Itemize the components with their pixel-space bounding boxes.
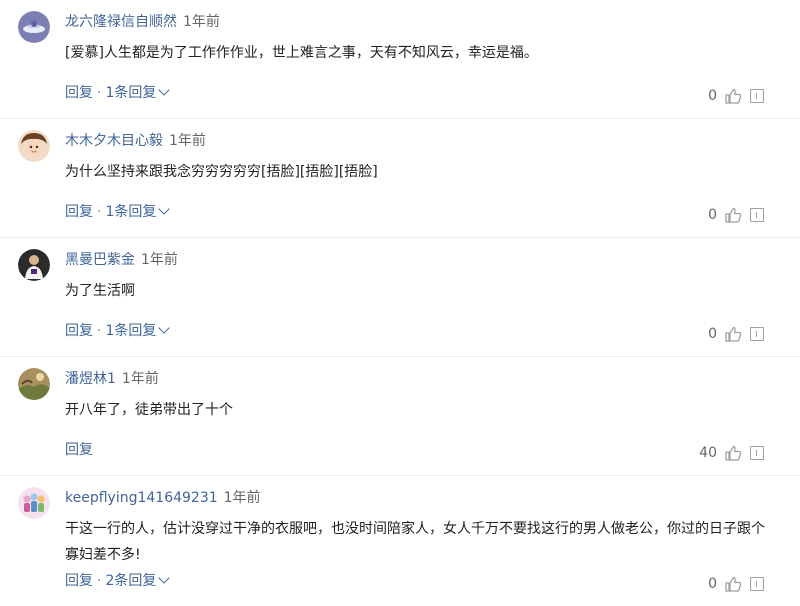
like-count: 0	[708, 88, 717, 104]
reply-button[interactable]: 回复	[65, 323, 93, 339]
comment-author[interactable]: 木木夕木目心毅	[65, 133, 163, 149]
comment-item: keepflying141649231 1年前 干这一行的人，估计没穿过干净的衣服…	[0, 475, 800, 606]
reply-button[interactable]: 回复	[65, 204, 93, 220]
thumbs-up-icon[interactable]	[725, 88, 742, 104]
comment-time: 1年前	[141, 252, 178, 268]
view-replies-button[interactable]: 1条回复	[105, 203, 171, 220]
replies-count-label: 1条回复	[105, 204, 157, 220]
separator-dot: ·	[97, 204, 102, 220]
like-count: 0	[708, 207, 717, 223]
separator-dot: ·	[97, 85, 102, 101]
comment-text: 为什么坚持来跟我念穷穷穷穷穷[捂脸][捂脸][捂脸]	[65, 164, 378, 180]
comment-time: 1年前	[223, 490, 261, 506]
report-icon[interactable]	[750, 446, 764, 460]
separator-dot: ·	[97, 573, 102, 589]
report-icon[interactable]	[750, 89, 764, 103]
reply-button[interactable]: 回复	[65, 85, 93, 101]
comment-item: 黑曼巴紫金 1年前 为了生活啊 回复 · 1条回复 0	[0, 237, 800, 356]
like-count: 0	[708, 326, 717, 342]
like-count: 40	[699, 445, 717, 461]
separator-dot: ·	[97, 323, 102, 339]
comment-item: 龙六隆禄信自顺然 1年前 [爱慕]人生都是为了工作作作业，世上难言之事，天有不知风…	[0, 0, 800, 118]
landscape-avatar-icon[interactable]	[18, 368, 50, 400]
comment-author[interactable]: 龙六隆禄信自顺然	[65, 14, 177, 30]
player-avatar-icon[interactable]	[18, 249, 50, 281]
thumbs-up-icon[interactable]	[725, 445, 742, 461]
replies-count-label: 1条回复	[105, 323, 157, 339]
comment-time: 1年前	[169, 133, 206, 149]
chevron-down-icon	[158, 203, 171, 215]
thumbs-up-icon[interactable]	[725, 326, 742, 342]
chevron-down-icon	[158, 322, 171, 334]
comment-item: 潘煜林1 1年前 开八年了，徒弟带出了十个 回复 40	[0, 356, 800, 475]
reply-button[interactable]: 回复	[65, 573, 93, 589]
thumbs-up-icon[interactable]	[725, 576, 742, 592]
thumbs-up-icon[interactable]	[725, 207, 742, 223]
replies-count-label: 1条回复	[105, 85, 157, 101]
report-icon[interactable]	[750, 208, 764, 222]
view-replies-button[interactable]: 1条回复	[105, 84, 171, 101]
ufo-avatar-icon[interactable]	[18, 11, 50, 43]
comment-item: 木木夕木目心毅 1年前 为什么坚持来跟我念穷穷穷穷穷[捂脸][捂脸][捂脸] 回复…	[0, 118, 800, 237]
reply-button[interactable]: 回复	[65, 442, 93, 458]
comment-author[interactable]: 黑曼巴紫金	[65, 252, 135, 268]
comment-text: 开八年了，徒弟带出了十个	[65, 402, 233, 418]
comment-text: 干这一行的人，估计没穿过干净的衣服吧，也没时间陪家人，女人千万不要找这行的男人做…	[65, 521, 765, 563]
chevron-down-icon	[158, 84, 171, 96]
chevron-down-icon	[158, 572, 171, 584]
comment-text: 为了生活啊	[65, 283, 135, 299]
view-replies-button[interactable]: 1条回复	[105, 322, 171, 339]
comment-text: [爱慕]人生都是为了工作作作业，世上难言之事，天有不知风云，幸运是福。	[65, 45, 538, 61]
comment-time: 1年前	[183, 14, 220, 30]
view-replies-button[interactable]: 2条回复	[105, 572, 171, 589]
child-avatar-icon[interactable]	[18, 130, 50, 162]
like-count: 0	[708, 576, 717, 592]
dolls-avatar-icon[interactable]	[18, 487, 50, 519]
comment-author[interactable]: 潘煜林1	[65, 371, 116, 387]
comment-author[interactable]: keepflying141649231	[65, 490, 218, 506]
replies-count-label: 2条回复	[105, 573, 157, 589]
comment-time: 1年前	[121, 371, 159, 387]
report-icon[interactable]	[750, 577, 764, 591]
report-icon[interactable]	[750, 327, 764, 341]
comment-list: 龙六隆禄信自顺然 1年前 [爱慕]人生都是为了工作作作业，世上难言之事，天有不知风…	[0, 0, 800, 606]
